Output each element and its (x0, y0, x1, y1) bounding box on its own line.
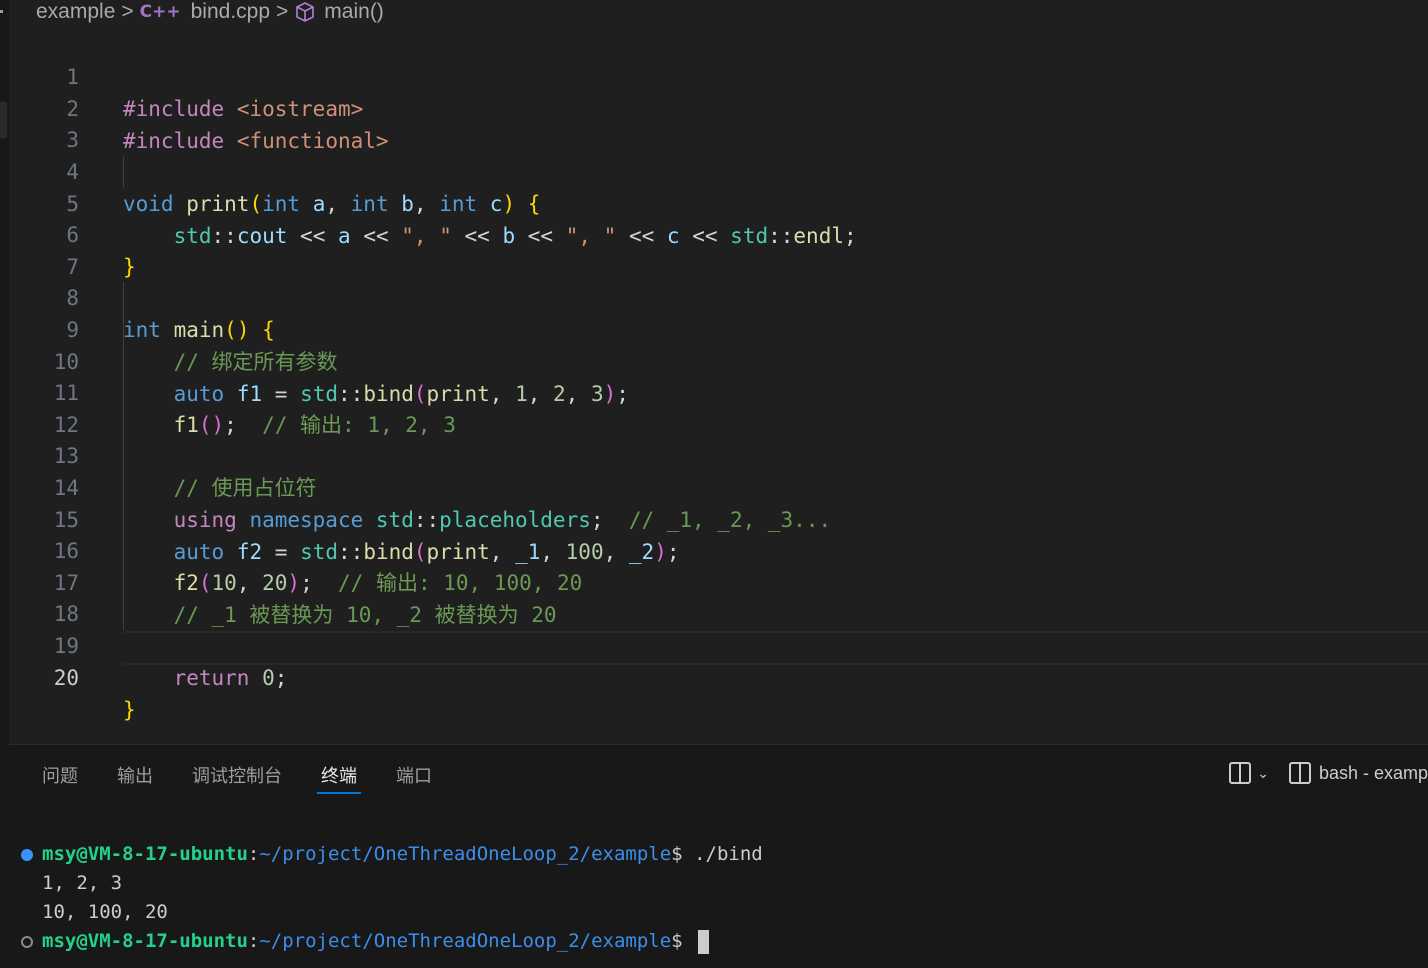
bottom-panel: 问题 输出 调试控制台 终端 端口 ⌄ bash - examp msy@VM-… (9, 744, 1428, 968)
code-line[interactable]: 18 (9, 566, 1428, 626)
tab-terminal[interactable]: 终端 (317, 762, 361, 794)
edge-dot (0, 10, 3, 13)
code-line[interactable]: 15 auto f2 = std::bind(print, _1, 100, _… (9, 472, 1428, 564)
terminal-name[interactable]: bash - examp (1319, 763, 1428, 784)
terminal-icon[interactable] (1288, 762, 1311, 784)
method-cube-icon (296, 2, 315, 22)
token: return (173, 666, 250, 690)
code-line[interactable]: 8 int main() { (9, 250, 1428, 342)
code-line[interactable]: 16 f2(10, 20); // 输出: 10, 100, 20 (9, 503, 1428, 595)
code-line[interactable]: 7 (9, 219, 1428, 279)
code-line[interactable]: 1 #include <iostream> (9, 29, 1428, 121)
split-terminal-icon[interactable] (1229, 762, 1252, 784)
breadcrumb-file[interactable]: bind.cpp (191, 0, 270, 24)
command-text: ./bind (682, 843, 763, 865)
cpp-file-icon: C++ (139, 2, 181, 22)
scroll-marker (0, 102, 7, 138)
breadcrumb: example > C++ bind.cpp > main() (36, 0, 384, 24)
code-line[interactable]: 5 std::cout << a << ", " << b << ", " <<… (9, 156, 1428, 248)
tab-output[interactable]: 输出 (117, 762, 153, 794)
code-line[interactable]: 4 void print(int a, int b, int c) { (9, 124, 1428, 216)
code-line[interactable]: 12 (9, 377, 1428, 437)
command-success-dot-icon[interactable] (21, 849, 33, 861)
command-pending-dot-icon[interactable] (21, 936, 33, 948)
code-line[interactable]: 3 (9, 92, 1428, 152)
chevron-right-icon: > (121, 0, 134, 23)
code-line[interactable]: 17 // _1 被替换为 10, _2 被替换为 20 (9, 535, 1428, 627)
prompt-path: ~/project/OneThreadOneLoop_2/example (259, 930, 672, 952)
prompt-user: msy@VM-8-17-ubuntu (42, 843, 248, 865)
code-line[interactable]: 9 // 绑定所有参数 (9, 282, 1428, 374)
code-line[interactable]: 6 } (9, 187, 1428, 279)
line-number-active: 20 (53, 666, 79, 690)
token: 0 (262, 666, 275, 690)
prompt-suffix: $ (671, 930, 683, 952)
terminal-cursor (698, 929, 710, 954)
chevron-right-icon: > (276, 0, 289, 23)
prompt-user: msy@VM-8-17-ubuntu (42, 930, 248, 952)
code-editor[interactable]: 1 #include <iostream> 2 #include <functi… (9, 28, 1428, 743)
code-line[interactable]: 14 using namespace std::placeholders; //… (9, 440, 1428, 532)
tab-debug-console[interactable]: 调试控制台 (192, 762, 282, 794)
code-line[interactable]: 10 auto f1 = std::bind(print, 1, 2, 3); (9, 314, 1428, 406)
panel-actions: ⌄ bash - examp (1229, 762, 1428, 784)
code-line[interactable]: 13 // 使用占位符 (9, 408, 1428, 500)
code-line[interactable]: 2 #include <functional> (9, 61, 1428, 153)
code-line[interactable]: 20 } (9, 630, 1428, 722)
panel-tabs: 问题 输出 调试控制台 终端 端口 (42, 762, 471, 794)
terminal-line: msy@VM-8-17-ubuntu:~/project/OneThreadOn… (42, 927, 710, 956)
activity-edge (0, 0, 9, 968)
terminal-line: 1, 2, 3 (42, 872, 123, 894)
breadcrumb-folder[interactable]: example (36, 0, 115, 24)
vscode-window: example > C++ bind.cpp > main() 1 #inclu… (0, 0, 1428, 968)
chevron-down-icon[interactable]: ⌄ (1257, 765, 1269, 782)
code-line[interactable]: 19 return 0; (9, 598, 1428, 690)
prompt-suffix: $ (671, 843, 683, 865)
prompt-path: ~/project/OneThreadOneLoop_2/example (259, 843, 672, 865)
code-line[interactable]: 11 f1(); // 输出: 1, 2, 3 (9, 345, 1428, 437)
terminal-line: 10, 100, 20 (42, 901, 168, 923)
breadcrumb-symbol[interactable]: main() (324, 0, 384, 24)
tab-ports[interactable]: 端口 (396, 762, 432, 794)
terminal-line: msy@VM-8-17-ubuntu:~/project/OneThreadOn… (42, 843, 763, 865)
tab-problems[interactable]: 问题 (42, 762, 78, 794)
